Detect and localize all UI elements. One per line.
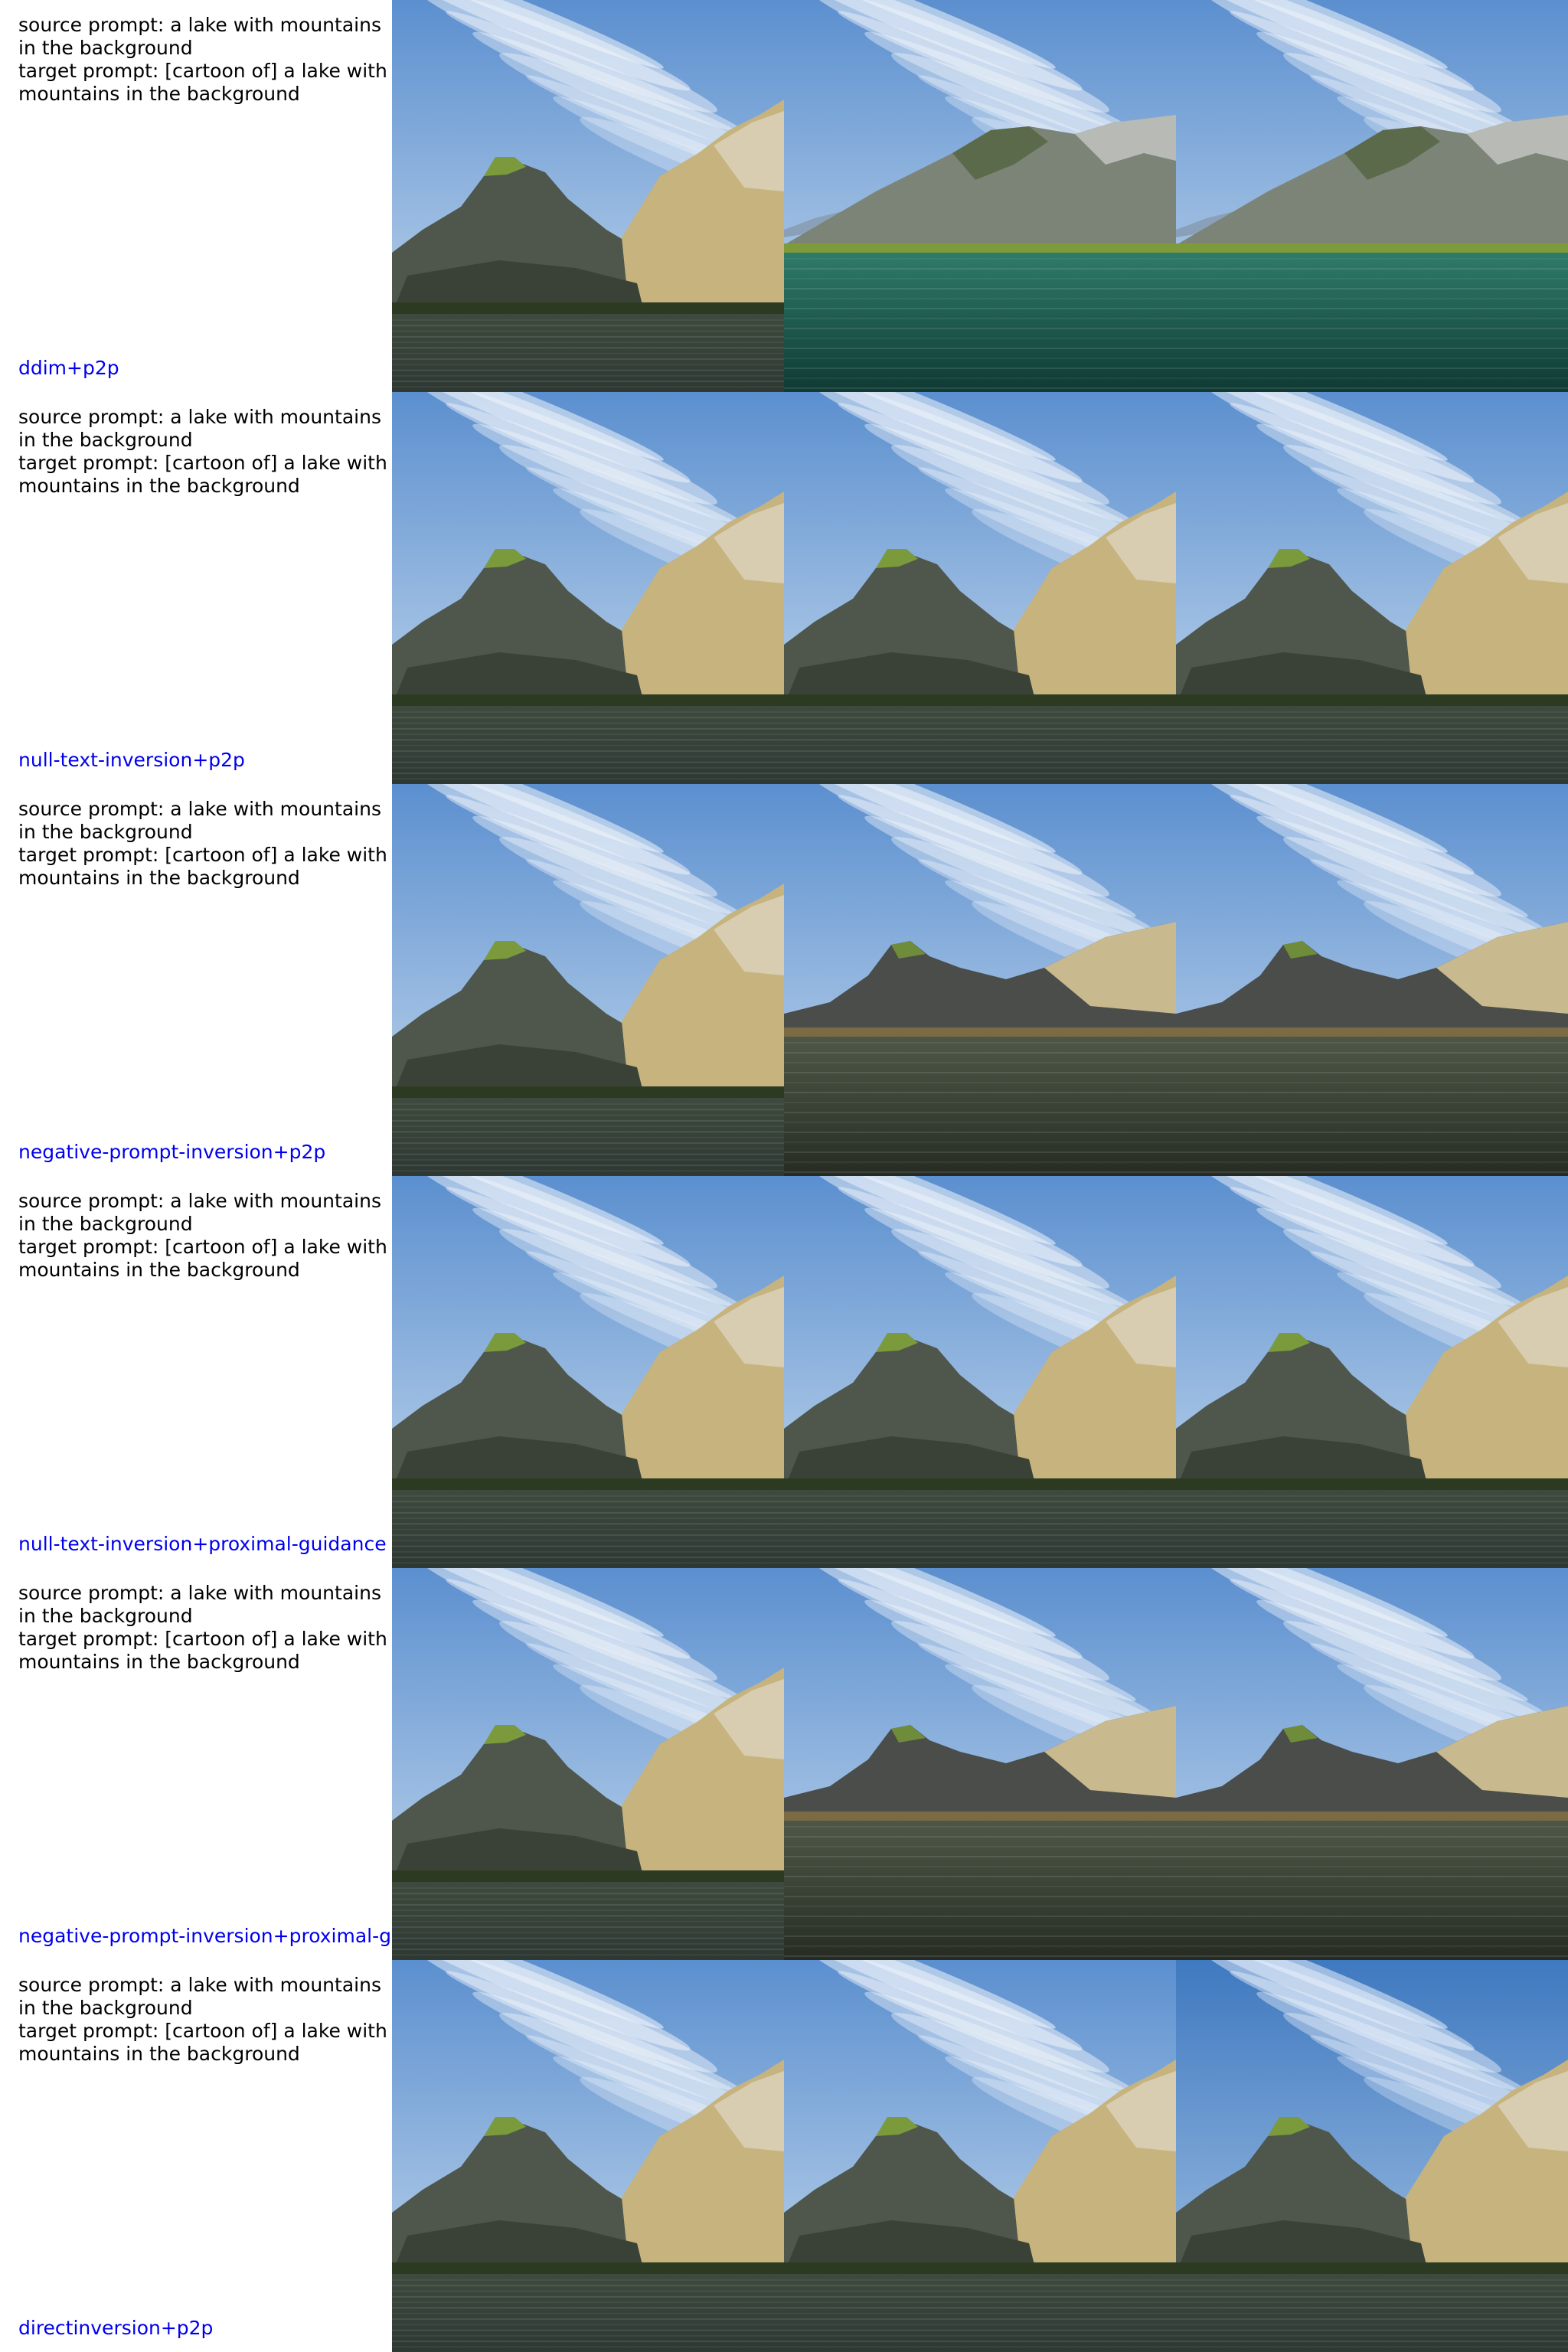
source-prompt: source prompt: a lake with mountains in … [18,1582,387,1627]
comparison-grid: source prompt: a lake with mountains in … [0,0,1568,2352]
landscape-photo [1176,1960,1568,2352]
row-label-panel: source prompt: a lake with mountains in … [0,1960,392,2352]
target-prompt: target prompt: [cartoon of] a lake with … [18,1628,387,1673]
reconstruction-image [784,1176,1176,1568]
landscape-photo [392,1960,784,2352]
landscape-photo [784,784,1176,1176]
row-label-panel: source prompt: a lake with mountains in … [0,392,392,784]
landscape-photo [392,784,784,1176]
source-prompt: source prompt: a lake with mountains in … [18,1190,387,1235]
method-label: negative-prompt-inversion+p2p [18,1141,326,1163]
edited-image [1176,1960,1568,2352]
reconstruction-image [784,1568,1176,1960]
method-row: source prompt: a lake with mountains in … [0,392,1568,784]
source-image [392,1176,784,1568]
method-row: source prompt: a lake with mountains in … [0,784,1568,1176]
source-image [392,1960,784,2352]
target-prompt: target prompt: [cartoon of] a lake with … [18,60,387,105]
source-image [392,0,784,392]
reconstruction-image [784,1960,1176,2352]
prompt-text: source prompt: a lake with mountains in … [18,1582,389,1674]
row-label-panel: source prompt: a lake with mountains in … [0,784,392,1176]
source-prompt: source prompt: a lake with mountains in … [18,406,387,451]
reconstruction-image [784,784,1176,1176]
row-label-panel: source prompt: a lake with mountains in … [0,1176,392,1568]
method-row: source prompt: a lake with mountains in … [0,0,1568,392]
source-prompt: source prompt: a lake with mountains in … [18,798,387,843]
prompt-text: source prompt: a lake with mountains in … [18,1190,389,1282]
landscape-photo [784,1176,1176,1568]
landscape-photo [392,0,784,392]
edited-image [1176,1176,1568,1568]
method-row: source prompt: a lake with mountains in … [0,1176,1568,1568]
source-image [392,784,784,1176]
prompt-text: source prompt: a lake with mountains in … [18,14,389,106]
landscape-photo [392,1176,784,1568]
source-image [392,1568,784,1960]
target-prompt: target prompt: [cartoon of] a lake with … [18,2020,387,2065]
edited-image [1176,0,1568,392]
method-label: null-text-inversion+proximal-guidance [18,1533,387,1555]
prompt-text: source prompt: a lake with mountains in … [18,1974,389,2066]
reconstruction-image [784,0,1176,392]
landscape-photo [1176,392,1568,784]
row-label-panel: source prompt: a lake with mountains in … [0,0,392,392]
method-label: negative-prompt-inversion+proximal-guida… [18,1925,392,1947]
edited-image [1176,784,1568,1176]
landscape-photo [784,1568,1176,1960]
landscape-photo [1176,0,1568,392]
landscape-photo [784,392,1176,784]
prompt-text: source prompt: a lake with mountains in … [18,798,389,890]
landscape-photo [1176,1176,1568,1568]
method-label: ddim+p2p [18,357,119,379]
source-image [392,392,784,784]
row-label-panel: source prompt: a lake with mountains in … [0,1568,392,1960]
reconstruction-image [784,392,1176,784]
source-prompt: source prompt: a lake with mountains in … [18,1974,387,2019]
target-prompt: target prompt: [cartoon of] a lake with … [18,452,387,497]
method-label: null-text-inversion+p2p [18,749,245,771]
landscape-photo [392,392,784,784]
source-prompt: source prompt: a lake with mountains in … [18,14,387,59]
method-row: source prompt: a lake with mountains in … [0,1960,1568,2352]
landscape-photo [784,1960,1176,2352]
target-prompt: target prompt: [cartoon of] a lake with … [18,844,387,889]
prompt-text: source prompt: a lake with mountains in … [18,406,389,498]
landscape-photo [1176,784,1568,1176]
method-row: source prompt: a lake with mountains in … [0,1568,1568,1960]
target-prompt: target prompt: [cartoon of] a lake with … [18,1236,387,1281]
edited-image [1176,1568,1568,1960]
method-label: directinversion+p2p [18,2317,214,2339]
landscape-photo [1176,1568,1568,1960]
landscape-photo [392,1568,784,1960]
edited-image [1176,392,1568,784]
landscape-photo [784,0,1176,392]
